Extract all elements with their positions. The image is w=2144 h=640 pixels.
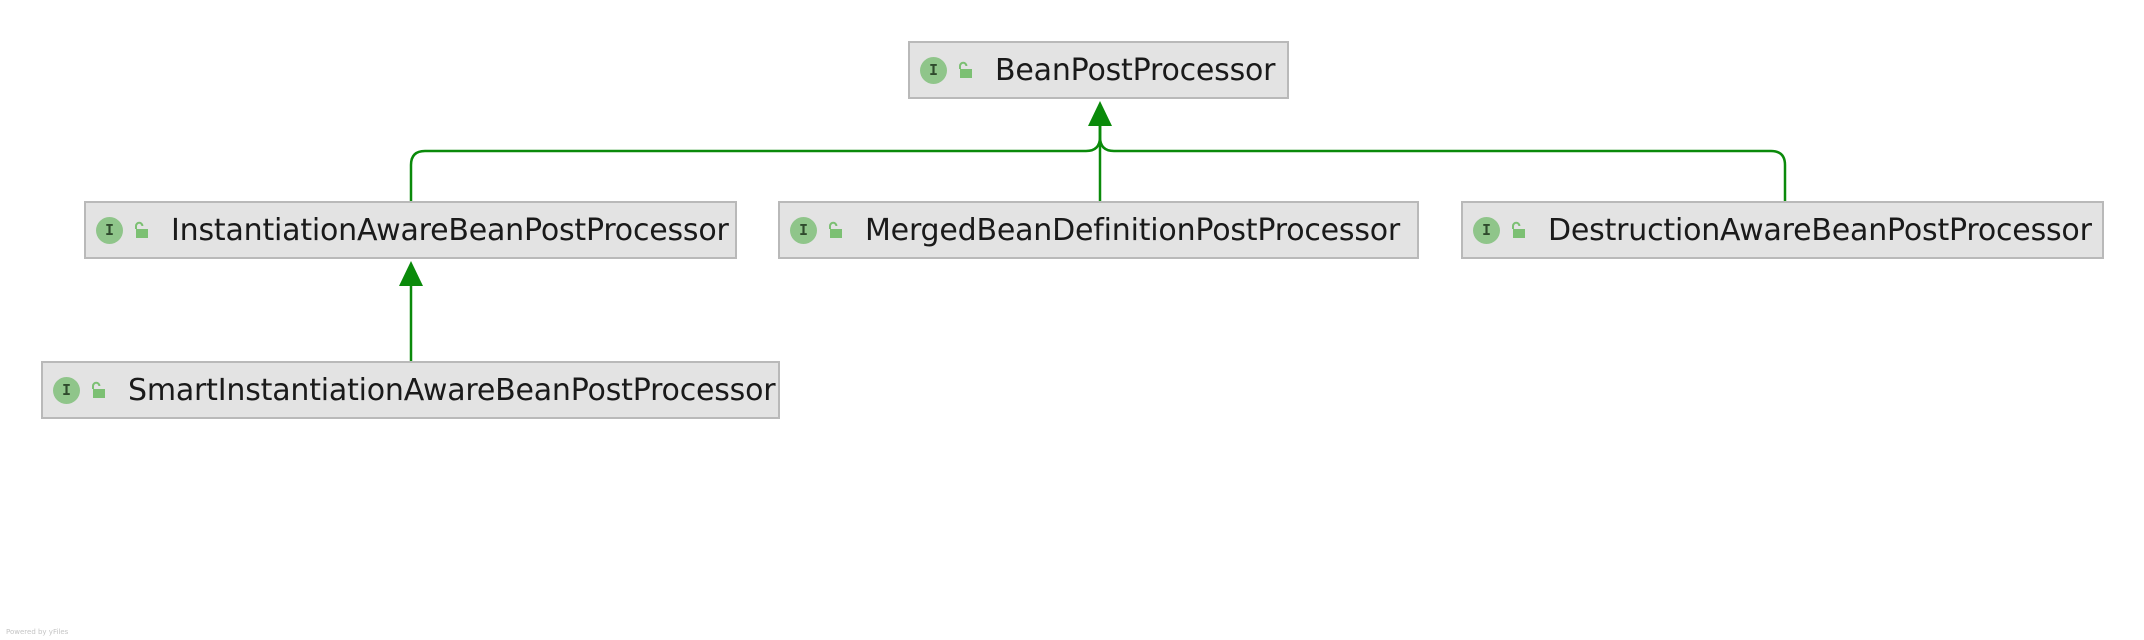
unlock-icon: [829, 221, 842, 238]
interface-icon: I: [920, 56, 947, 84]
node-label: InstantiationAwareBeanPostProcessor: [171, 212, 729, 248]
node-instantiation-aware[interactable]: I InstantiationAwareBeanPostProcessor: [84, 201, 737, 259]
node-smart-instantiation-aware[interactable]: I SmartInstantiationAwareBeanPostProcess…: [41, 361, 780, 419]
arrowhead-instantiation-aware: [399, 261, 423, 286]
arrowhead-bean-post-processor: [1088, 101, 1112, 126]
unlock-icon: [135, 221, 148, 238]
node-merged-bean-definition[interactable]: I MergedBeanDefinitionPostProcessor: [778, 201, 1419, 259]
node-label: MergedBeanDefinitionPostProcessor: [865, 212, 1401, 248]
unlock-icon: [959, 61, 972, 78]
node-label: DestructionAwareBeanPostProcessor: [1548, 212, 2092, 248]
node-bean-post-processor[interactable]: I BeanPostProcessor: [908, 41, 1289, 99]
edge-instantiation-to-bean-post-processor: [409, 124, 1102, 203]
node-label: BeanPostProcessor: [995, 52, 1276, 88]
edge-destruction-to-bean-post-processor: [1098, 124, 1787, 203]
interface-icon: I: [790, 216, 817, 244]
interface-icon: I: [96, 216, 123, 244]
interface-icon: I: [1473, 216, 1500, 244]
node-destruction-aware[interactable]: I DestructionAwareBeanPostProcessor: [1461, 201, 2104, 259]
unlock-icon: [92, 381, 105, 398]
interface-icon: I: [53, 376, 80, 404]
node-label: SmartInstantiationAwareBeanPostProcessor: [128, 372, 776, 408]
unlock-icon: [1512, 221, 1525, 238]
footer-credit: Powered by yFiles: [6, 628, 69, 636]
